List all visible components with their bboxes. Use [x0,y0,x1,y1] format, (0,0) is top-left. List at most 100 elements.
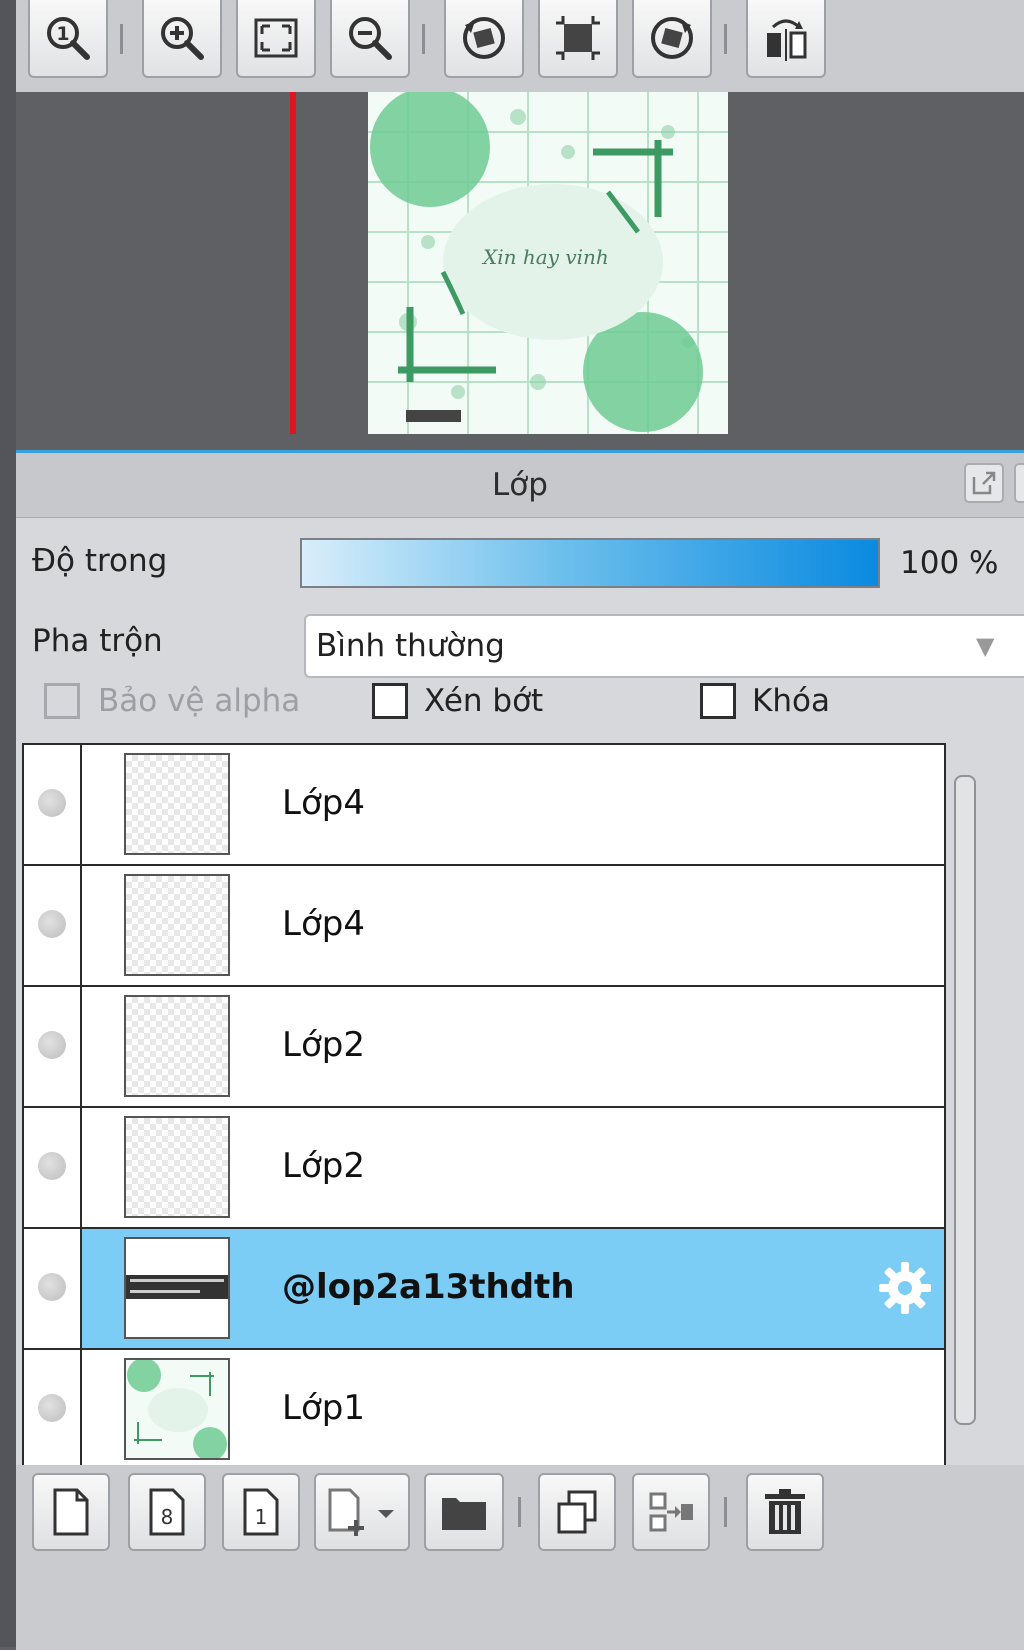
scrollbar-thumb[interactable] [954,775,976,1425]
panel-header: Lớp [16,453,1024,518]
new-folder-button[interactable] [424,1473,504,1551]
toolbar-separator [422,24,425,54]
zoom-actual-size-icon: 1 [47,17,90,60]
canvas-bound-left [290,92,296,434]
reset-rotation-icon [556,16,600,60]
navigator-panel[interactable]: Xin hay vinh [16,92,1024,450]
layer-thumbnail [124,1237,230,1339]
protect-alpha-checkbox[interactable] [44,683,80,719]
popout-button[interactable] [964,463,1004,503]
svg-text:8: 8 [161,1505,174,1529]
merge-down-button[interactable] [632,1473,710,1551]
layer-thumbnail [124,874,230,976]
new-layer-icon [53,1488,89,1536]
text-thumbnail-graphic [126,1275,228,1299]
new-1bit-layer-icon: 1 [243,1488,279,1536]
eye-dot-icon [38,1031,66,1059]
navigator-toolbar: 1 [16,0,1024,93]
layer-thumbnail [124,995,230,1097]
rotate-right-button[interactable] [632,0,712,78]
clipping-label: Xén bớt [424,683,544,719]
layer-thumbnail [124,1358,230,1460]
zoom-actual-size-button[interactable]: 1 [28,0,108,78]
layer-actions-bar: 8 1 [16,1465,1024,1650]
left-dock-strip [0,0,16,1647]
delete-layer-button[interactable] [746,1473,824,1551]
layer-panel: Lớp Độ trong 100 % Pha trộn Bình thường … [16,450,1024,1650]
visibility-toggle[interactable] [24,745,82,864]
toolbar-separator [120,24,123,54]
popout-icon [972,471,996,495]
layer-thumbnail [124,1116,230,1218]
visibility-toggle[interactable] [24,1229,82,1348]
add-layer-dropdown-button[interactable] [314,1473,410,1551]
canvas-artwork: Xin hay vinh [368,92,728,434]
blend-mode-select[interactable]: Bình thường ▼ [304,614,1024,678]
opacity-slider[interactable] [300,538,880,588]
eye-dot-icon [38,789,66,817]
visibility-toggle[interactable] [24,1350,82,1467]
artwork-thumbnail-graphic [126,1360,228,1458]
gear-icon[interactable] [876,1259,934,1317]
layer-row[interactable]: Lớp2 [24,987,944,1108]
zoom-out-button[interactable] [330,0,410,78]
fit-to-window-icon [254,18,298,58]
layer-name: Lớp4 [282,904,365,944]
layer-name: @lop2a13thdth [282,1267,575,1307]
layer-row[interactable]: Lớp4 [24,745,944,866]
flip-horizontal-icon [767,19,807,61]
new-layer-button[interactable] [32,1473,110,1551]
layer-name: Lớp2 [282,1025,365,1065]
visibility-toggle[interactable] [24,866,82,985]
layer-row-selected[interactable]: @lop2a13thdth [24,1229,944,1350]
blend-mode-value: Bình thường [316,628,505,664]
new-1bit-layer-button[interactable]: 1 [222,1473,300,1551]
visibility-toggle[interactable] [24,1108,82,1227]
actions-separator [724,1497,727,1527]
lock-checkbox[interactable] [700,683,736,719]
zoom-in-button[interactable] [142,0,222,78]
eye-dot-icon [38,1152,66,1180]
merge-down-icon [649,1492,693,1532]
zoom-out-icon [349,17,392,60]
eye-dot-icon [38,1273,66,1301]
chevron-down-icon: ▼ [976,632,995,660]
layer-name: Lớp4 [282,783,365,823]
lock-label: Khóa [752,683,830,719]
layer-row[interactable]: Lớp1 [24,1350,944,1467]
actions-separator [518,1497,521,1527]
eye-dot-icon [38,910,66,938]
clipping-checkbox[interactable] [372,683,408,719]
add-layer-dropdown-icon [328,1488,394,1536]
visibility-toggle[interactable] [24,987,82,1106]
reset-rotation-button[interactable] [538,0,618,78]
fit-to-window-button[interactable] [236,0,316,78]
toolbar-separator [724,24,727,54]
opacity-value: 100 % [900,545,999,581]
svg-text:1: 1 [255,1505,268,1529]
layer-list: Lớp4 Lớp4 Lớp2 Lớp2 @lop2a13thdth Lớp1 [22,743,946,1467]
layer-name: Lớp2 [282,1146,365,1186]
flip-horizontal-button[interactable] [746,0,826,78]
blend-label: Pha trộn [32,623,163,659]
duplicate-layer-button[interactable] [538,1473,616,1551]
canvas-preview[interactable]: Xin hay vinh [368,92,728,434]
rotate-left-button[interactable] [444,0,524,78]
delete-layer-icon [765,1489,805,1534]
duplicate-layer-icon [557,1490,597,1534]
eye-dot-icon [38,1394,66,1422]
panel-title: Lớp [492,467,548,503]
layer-row[interactable]: Lớp2 [24,1108,944,1229]
new-8bit-layer-icon: 8 [149,1488,185,1536]
rotate-left-icon [463,17,505,59]
opacity-label: Độ trong [32,543,168,579]
panel-menu-button[interactable] [1014,463,1024,503]
new-8bit-layer-button[interactable]: 8 [128,1473,206,1551]
layer-name: Lớp1 [282,1388,365,1428]
new-folder-icon [442,1498,486,1530]
rotate-right-icon [651,17,693,59]
layer-row[interactable]: Lớp4 [24,866,944,987]
svg-text:1: 1 [56,23,69,45]
protect-alpha-label: Bảo vệ alpha [98,683,301,719]
layer-list-scrollbar[interactable] [952,743,978,1467]
